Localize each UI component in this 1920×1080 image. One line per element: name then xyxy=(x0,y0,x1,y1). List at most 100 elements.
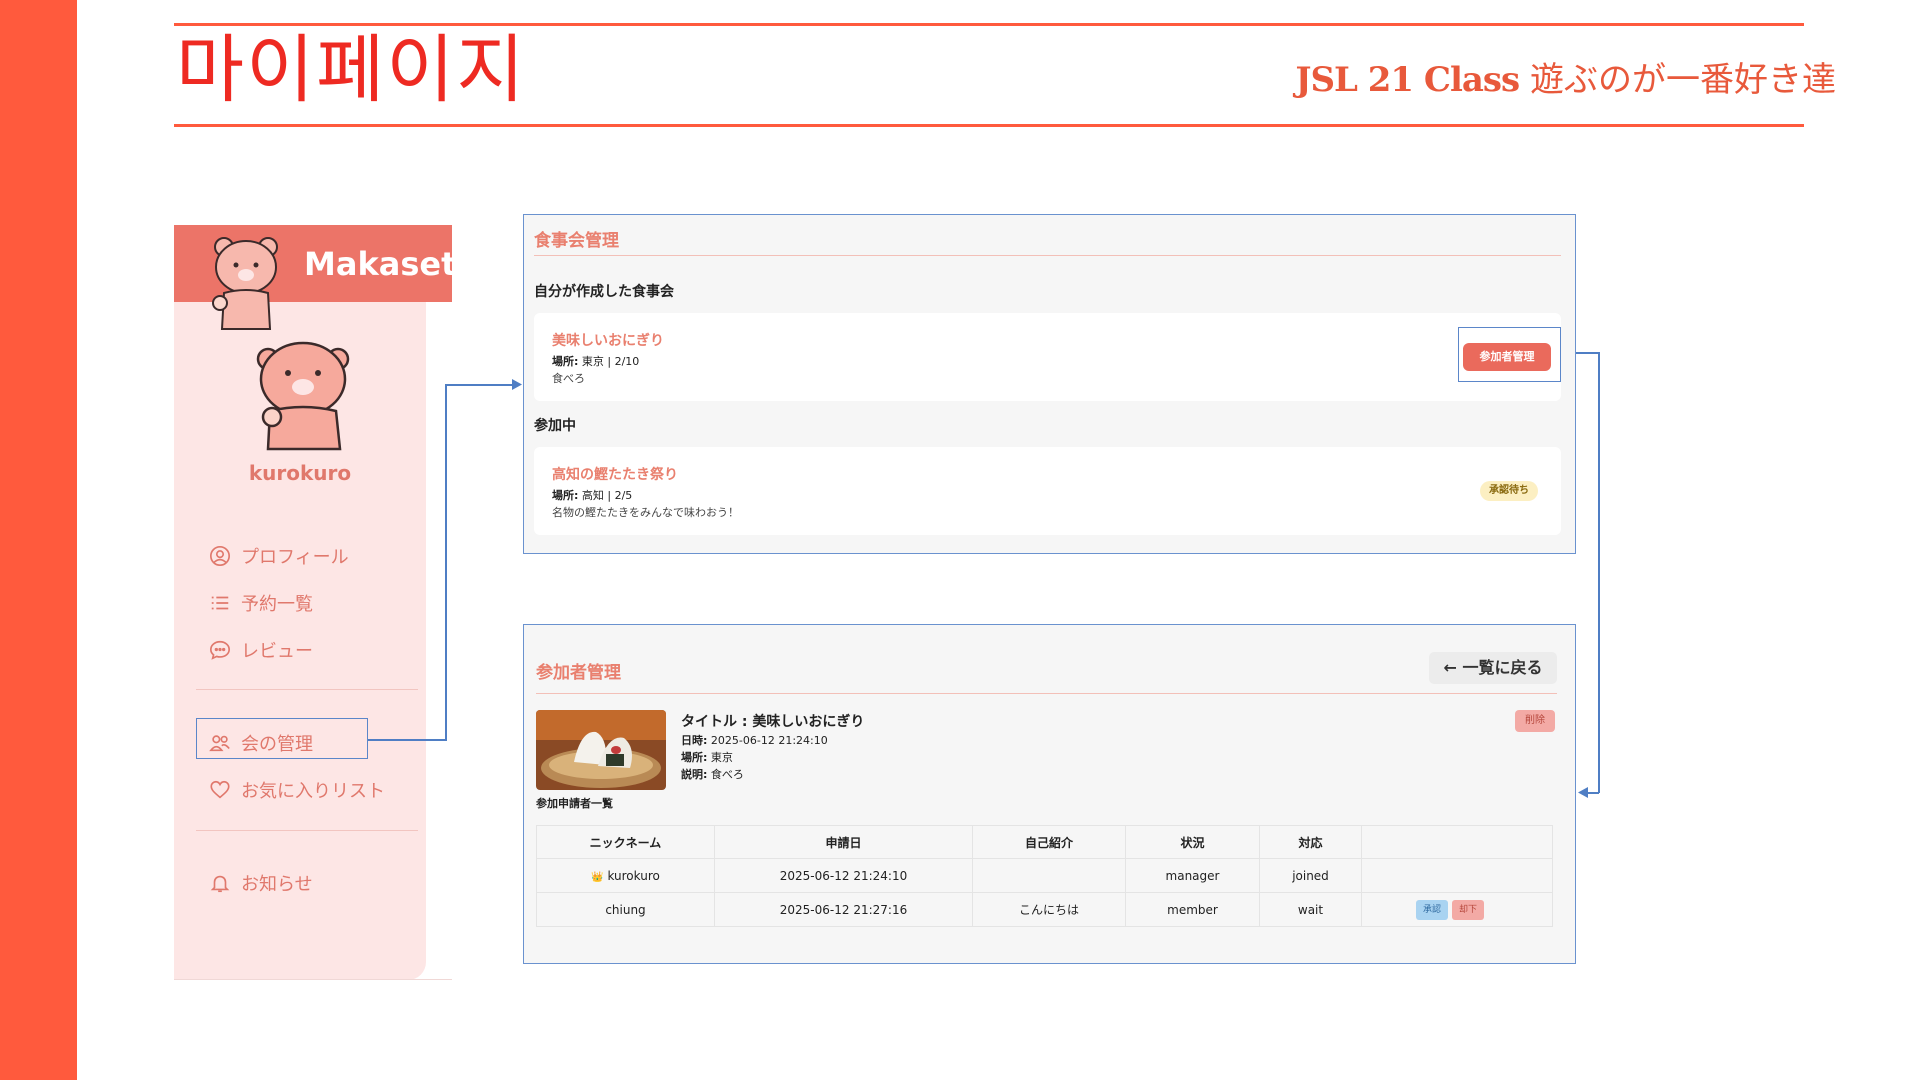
role-cell: member xyxy=(1125,892,1260,927)
list-icon xyxy=(211,596,229,610)
column-header: 対応 xyxy=(1259,825,1362,859)
applicants-label: 参加申請者一覧 xyxy=(536,797,613,810)
sidebar: Makaset kurokuro プロフィール 予約一覧 レビュー 会の管理 お… xyxy=(174,225,456,980)
connector-line xyxy=(445,384,517,386)
date-value: 2025-06-12 21:24:10 xyxy=(710,734,828,747)
date-cell: 2025-06-12 21:27:16 xyxy=(714,892,973,927)
back-to-list-button[interactable]: ← 一覧に戻る xyxy=(1429,652,1557,684)
sidebar-item-label: お気に入りリスト xyxy=(241,781,385,802)
bell-icon xyxy=(210,875,230,893)
event-place: 場所: 東京 xyxy=(681,749,733,765)
event-description: 説明: 食べろ xyxy=(681,766,744,782)
date-key: 日時: xyxy=(681,734,708,747)
created-event-card[interactable]: 美味しいおにぎり 場所: 東京 | 2/10 食べろ 参加者管理 xyxy=(534,313,1561,401)
action-cell xyxy=(1361,858,1553,893)
participant-management-panel: 参加者管理 ← 一覧に戻る タイトル : 美味しいおにぎり 日時: 2025-0… xyxy=(523,624,1576,964)
sidebar-item-label: プロフィール xyxy=(241,547,349,568)
header-top-rule xyxy=(174,23,1804,26)
date-cell: 2025-06-12 21:24:10 xyxy=(714,858,973,893)
section-label-created: 自分が作成した食事会 xyxy=(534,284,674,300)
meal-management-panel: 食事会管理 自分が作成した食事会 美味しいおにぎり 場所: 東京 | 2/10 … xyxy=(523,214,1576,554)
column-header: 状況 xyxy=(1125,825,1260,859)
avatar xyxy=(256,341,350,451)
place-value: 東京 xyxy=(710,751,733,764)
applicants-table: ニックネーム 申請日 自己紹介 状況 対応 👑 kurokuro 2025-06… xyxy=(536,825,1553,927)
event-title[interactable]: 高知の鰹たたき祭り xyxy=(552,464,678,484)
table-row: chiung 2025-06-12 21:27:16 こんにちは member … xyxy=(536,892,1553,927)
table-row: 👑 kurokuro 2025-06-12 21:24:10 manager j… xyxy=(536,858,1553,893)
delete-button[interactable]: 削除 xyxy=(1515,710,1555,732)
event-meta: 場所: 東京 | 2/10 xyxy=(552,353,639,369)
sidebar-item-label: レビュー xyxy=(241,641,313,662)
group-management-highlight xyxy=(196,718,368,759)
sidebar-item-label: お知らせ xyxy=(241,874,313,895)
desc-key: 説明: xyxy=(681,768,708,781)
subtitle-class: JSL 21 Class xyxy=(1295,60,1520,100)
event-description: 食べろ xyxy=(552,372,585,385)
column-header: 申請日 xyxy=(714,825,973,859)
joining-event-card[interactable]: 高知の鰹たたき祭り 場所: 高知 | 2/5 名物の鰹たたきをみんなで味わおう！… xyxy=(534,447,1561,535)
event-meta: 場所: 高知 | 2/5 xyxy=(552,487,632,503)
user-circle-icon xyxy=(210,546,230,566)
event-info-title: タイトル : 美味しいおにぎり xyxy=(681,714,865,730)
status-badge: 承認待ち xyxy=(1480,481,1538,501)
connector-line xyxy=(368,739,446,741)
sidebar-item-reviews[interactable]: レビュー xyxy=(209,637,313,663)
action-cell: 承認 却下 xyxy=(1361,892,1553,927)
sidebar-item-notifications[interactable]: お知らせ xyxy=(209,870,313,896)
panel-title-rule xyxy=(536,693,1557,694)
panel-title: 参加者管理 xyxy=(536,663,621,683)
crown-icon: 👑 xyxy=(591,871,604,883)
event-description: 名物の鰹たたきをみんなで味わおう！ xyxy=(552,506,739,519)
desc-value: 食べろ xyxy=(710,768,744,781)
column-header: 自己紹介 xyxy=(972,825,1126,859)
chat-icon xyxy=(210,640,230,660)
connector-line xyxy=(445,384,447,741)
place-value: 高知 | 2/5 xyxy=(581,489,633,502)
panel-title: 食事会管理 xyxy=(534,231,619,251)
sidebar-item-reservations[interactable]: 予約一覧 xyxy=(209,590,313,616)
nickname-cell: chiung xyxy=(536,892,715,927)
bear-logo-icon xyxy=(212,237,278,330)
slide: 마이페이지 JSL 21 Class 遊ぶのが一番好き達 Makaset kur… xyxy=(0,0,1920,1080)
place-value: 東京 | 2/10 xyxy=(581,355,640,368)
status-cell: joined xyxy=(1259,858,1362,893)
header-subtitle: JSL 21 Class 遊ぶのが一番好き達 xyxy=(1295,52,1836,101)
left-accent-band xyxy=(0,0,77,1080)
place-key: 場所: xyxy=(552,489,579,502)
sidebar-divider xyxy=(196,689,418,690)
panel-title-rule xyxy=(534,255,1561,256)
subtitle-group: 遊ぶのが一番好き達 xyxy=(1530,60,1836,100)
event-datetime: 日時: 2025-06-12 21:24:10 xyxy=(681,732,828,748)
sidebar-item-label: 予約一覧 xyxy=(241,594,313,615)
arrow-right-icon xyxy=(512,379,522,390)
sidebar-bottom-line xyxy=(174,979,452,980)
onigiri-image-icon xyxy=(536,710,666,790)
role-cell: manager xyxy=(1125,858,1260,893)
nickname-cell: 👑 kurokuro xyxy=(536,858,715,893)
sidebar-item-favorites[interactable]: お気に入りリスト xyxy=(209,777,385,803)
heart-icon xyxy=(210,780,230,799)
reject-button[interactable]: 却下 xyxy=(1452,899,1485,920)
column-header xyxy=(1361,825,1553,859)
column-header: ニックネーム xyxy=(536,825,715,859)
event-title[interactable]: 美味しいおにぎり xyxy=(552,330,664,350)
page-title: 마이페이지 xyxy=(176,27,527,113)
arrow-left-icon xyxy=(1578,787,1588,798)
sidebar-item-profile[interactable]: プロフィール xyxy=(209,543,349,569)
table-header-row: ニックネーム 申請日 自己紹介 状況 対応 xyxy=(536,825,1553,859)
header-bottom-rule xyxy=(174,124,1804,127)
sidebar-divider xyxy=(196,830,418,831)
place-key: 場所: xyxy=(681,751,708,764)
intro-cell: こんにちは xyxy=(972,892,1126,927)
event-thumbnail xyxy=(536,710,666,790)
status-cell: wait xyxy=(1259,892,1362,927)
section-label-joining: 参加中 xyxy=(534,418,576,434)
approve-button[interactable]: 承認 xyxy=(1416,899,1449,920)
connector-line xyxy=(1598,352,1600,793)
brand-name: Makaset xyxy=(304,245,457,283)
username: kurokuro xyxy=(248,461,352,485)
button-highlight xyxy=(1458,327,1561,382)
intro-cell xyxy=(972,858,1126,893)
place-key: 場所: xyxy=(552,355,579,368)
